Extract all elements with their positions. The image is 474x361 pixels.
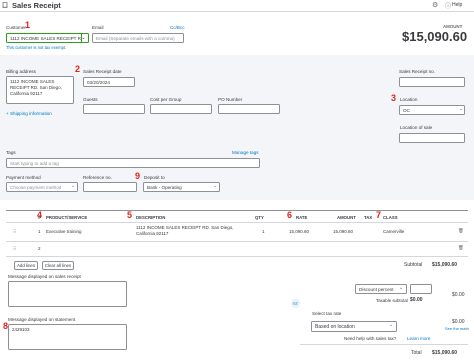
annotation-7: 7	[376, 210, 382, 220]
clear-all-lines-button[interactable]: Clear all lines	[42, 261, 74, 270]
annotation-5: 5	[127, 210, 133, 220]
row-number: 1	[38, 229, 41, 234]
discount-value: $0.00	[452, 292, 465, 298]
column-header-tax: TAX	[364, 215, 373, 220]
receipt-message-label: Message displayed on sales receipt	[8, 274, 81, 279]
deposit-to-label: Deposit to	[144, 175, 165, 180]
column-header-rate: RATE	[296, 215, 308, 220]
statement-message-label: Message displayed on statement	[8, 317, 76, 322]
customer-hint: This customer is not tax exempt.	[6, 45, 67, 50]
column-header-product: PRODUCT/SERVICE	[46, 215, 88, 220]
guests-input[interactable]	[83, 104, 145, 114]
add-lines-button[interactable]: Add lines	[14, 261, 38, 270]
amount-value: $15,090.60	[402, 29, 468, 44]
column-header-class: CLASS	[383, 215, 398, 220]
chevron-down-icon[interactable]: ⌄	[213, 183, 217, 189]
receipt-icon	[2, 2, 8, 8]
reference-no-label: Reference no.	[83, 175, 112, 180]
column-header-description: DESCRIPTION	[136, 215, 166, 220]
email-label: Email	[92, 25, 104, 30]
row-description[interactable]: 1112 INCOME SALES RECEIPT RD. San Diego,…	[136, 225, 236, 237]
reference-no-input[interactable]	[83, 182, 137, 192]
shipping-information-link[interactable]: + Shipping information	[6, 111, 52, 116]
cost-per-group-label: Cost per Group	[150, 97, 182, 102]
customer-select[interactable]: 1112 INCOME SALES RECEIPT RO	[6, 33, 82, 43]
drag-handle-icon[interactable]: ⠿	[13, 246, 16, 252]
page-title: Sales Receipt	[12, 1, 61, 10]
tax-value: $0.00	[452, 319, 465, 325]
sales-receipt-no-input[interactable]	[399, 77, 465, 87]
po-number-label: PO Number	[218, 97, 243, 102]
learn-more-link[interactable]: Learn more	[407, 336, 431, 341]
gear-icon[interactable]: ⚙	[432, 1, 438, 9]
shortcut-badge[interactable]: ST	[291, 299, 300, 308]
po-number-input[interactable]	[218, 104, 280, 114]
location-select[interactable]: OC	[399, 105, 465, 115]
chevron-down-icon[interactable]: ⌄	[71, 183, 75, 189]
shipping-information-label: Shipping information	[9, 111, 52, 116]
sales-receipt-date-input[interactable]: 03/20/2024	[83, 77, 135, 87]
location-label: Location	[400, 97, 418, 102]
column-header-qty: QTY	[255, 215, 264, 220]
total-value: $15,090.60	[432, 350, 458, 356]
location-of-sale-label: Location of sale	[400, 125, 433, 130]
tags-label: Tags	[6, 150, 16, 155]
row-qty[interactable]: 1	[262, 229, 265, 234]
annotation-2: 2	[75, 64, 81, 74]
location-of-sale-input[interactable]	[399, 133, 465, 143]
row-product[interactable]: Executive training	[46, 229, 82, 234]
row-number: 2	[38, 246, 41, 251]
row-amount[interactable]: 15,090.60	[333, 229, 353, 234]
billing-address-label: Billing address	[6, 69, 36, 74]
annotation-6: 6	[287, 210, 293, 220]
billing-address-input[interactable]: 1112 INCOME SALES RECEIPT RD. San Diego,…	[6, 76, 74, 104]
cost-per-group-input[interactable]	[150, 104, 212, 114]
taxable-subtotal-value: $0.00	[410, 297, 423, 303]
total-label: Total	[411, 350, 422, 356]
tax-rate-select[interactable]: Based on location	[311, 321, 397, 332]
trash-icon[interactable]: 🗑	[458, 228, 464, 234]
chevron-down-icon[interactable]: ⌄	[79, 33, 89, 43]
email-input[interactable]: Email (Separate emails with a comma)	[92, 33, 184, 43]
statement-message-input[interactable]: 2429103	[8, 324, 127, 350]
trash-icon[interactable]: 🗑	[458, 245, 464, 251]
customer-label: Customer	[6, 25, 26, 30]
payment-method-select[interactable]: Choose payment method	[6, 182, 78, 192]
help-sales-tax-text: Need help with sales tax?	[344, 336, 397, 341]
receipt-message-input[interactable]	[8, 281, 127, 307]
chevron-down-icon[interactable]: ⌄	[399, 285, 403, 291]
tags-input[interactable]: Start typing to add a tag	[6, 158, 260, 168]
annotation-3: 3	[391, 93, 397, 103]
subtotal-label: Subtotal	[404, 262, 423, 268]
row-rate[interactable]: 15,090.60	[289, 229, 309, 234]
subtotal-value: $15,090.60	[432, 262, 458, 268]
annotation-9: 9	[135, 171, 141, 181]
payment-method-label: Payment method	[6, 175, 41, 180]
cc-bcc-link[interactable]: Cc/Bcc	[170, 25, 185, 30]
see-the-math-link[interactable]: See the math	[445, 326, 469, 331]
sales-receipt-no-label: Sales Receipt no.	[399, 69, 436, 74]
chevron-down-icon[interactable]: ⌄	[389, 322, 393, 328]
chevron-down-icon[interactable]: ⌄	[459, 106, 463, 112]
help-label[interactable]: Help	[452, 2, 462, 8]
column-header-num: #	[38, 215, 41, 220]
select-tax-rate-label: Select tax rate	[312, 311, 342, 316]
deposit-to-select[interactable]: Bank - Operating	[143, 182, 220, 192]
discount-input[interactable]	[410, 284, 432, 294]
taxable-subtotal-label: Taxable subtotal	[376, 298, 408, 303]
guests-label: Guests	[83, 97, 98, 102]
manage-tags-link[interactable]: Manage tags	[232, 150, 259, 155]
sales-receipt-date-label: Sales Receipt date	[83, 69, 122, 74]
row-class[interactable]: Camerville	[383, 229, 404, 234]
column-header-amount: AMOUNT	[337, 215, 356, 220]
drag-handle-icon[interactable]: ⠿	[13, 229, 16, 235]
help-icon[interactable]: ⓘ	[445, 1, 451, 10]
